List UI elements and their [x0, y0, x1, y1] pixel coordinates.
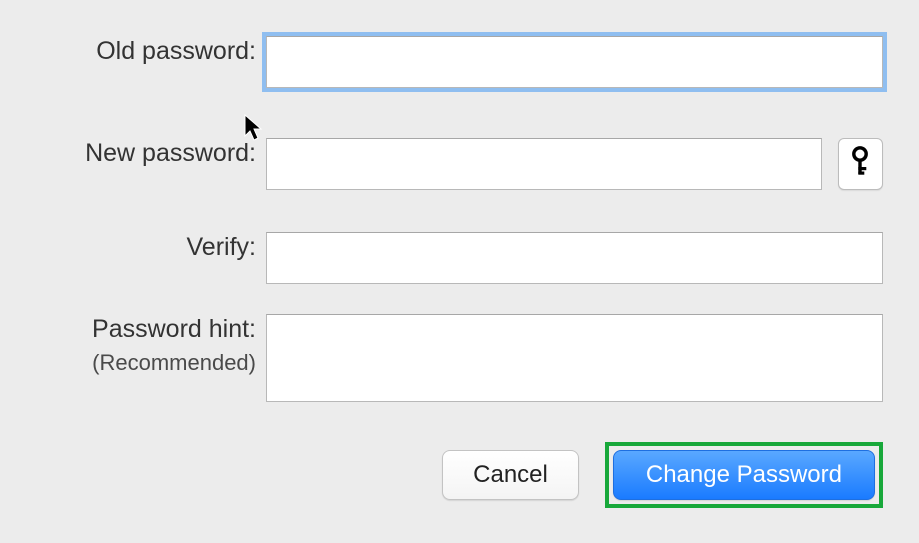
hint-label-sub: (Recommended) [0, 350, 256, 376]
change-password-dialog: Old password: New password: Verify: [0, 0, 919, 543]
verify-row: Verify: [0, 232, 919, 284]
hint-label-main: Password hint: [92, 315, 256, 343]
old-password-field-col [266, 36, 919, 88]
verify-password-input[interactable] [266, 232, 883, 284]
cancel-button[interactable]: Cancel [442, 450, 579, 500]
verify-label: Verify: [0, 232, 266, 262]
password-hint-input[interactable] [266, 314, 883, 402]
old-password-label: Old password: [0, 36, 266, 66]
hint-label: Password hint: (Recommended) [0, 314, 266, 376]
change-password-button[interactable]: Change Password [613, 450, 875, 500]
hint-field-col [266, 314, 919, 402]
old-password-input[interactable] [266, 36, 883, 88]
dialog-buttons: Cancel Change Password [0, 442, 919, 508]
verify-field-col [266, 232, 919, 284]
new-password-row: New password: [0, 138, 919, 190]
new-password-label: New password: [0, 138, 266, 168]
hint-row: Password hint: (Recommended) [0, 314, 919, 402]
highlight-annotation: Change Password [605, 442, 883, 508]
new-password-input[interactable] [266, 138, 822, 190]
old-password-row: Old password: [0, 36, 919, 88]
key-icon [850, 146, 870, 183]
new-password-field-col [266, 138, 919, 190]
password-assistant-button[interactable] [838, 138, 883, 190]
